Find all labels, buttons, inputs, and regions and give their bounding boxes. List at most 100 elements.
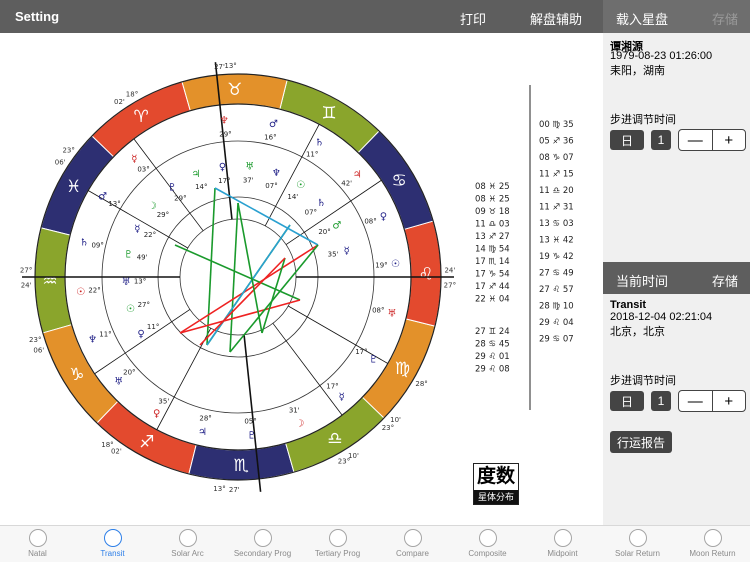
transit-planet-glyph: ☿ [131, 154, 137, 165]
natal-planet-glyph: ♅ [122, 277, 131, 288]
aspect-row-left: 08 ♓ 25 [475, 182, 510, 192]
tab-composite[interactable]: Composite [450, 526, 525, 563]
natal-planet-degree: 27° [138, 301, 150, 309]
tab-secondary-prog[interactable]: Secondary Prog [225, 526, 300, 563]
outer-degree-label: 13° [213, 485, 225, 493]
outer-degree-label: 23° [62, 146, 74, 154]
natal-planet-degree: 07° [305, 208, 317, 216]
outer-degree-label: 27' [229, 486, 240, 494]
outer-degree-label: 10' [390, 416, 401, 424]
aspect-line [229, 244, 319, 353]
tab-solar-arc[interactable]: Solar Arc [150, 526, 225, 563]
aspect-row-right: 29 ♋ 07 [539, 335, 574, 345]
transit-planet-glyph: ♀ [153, 408, 160, 419]
tab-label: Midpoint [547, 549, 578, 558]
outer-degree-label: 24' [444, 267, 455, 275]
outer-degree-label: 18° [126, 90, 138, 98]
interpret-button[interactable]: 解盘辅助 [530, 9, 582, 28]
save-button-top[interactable]: 存储 [712, 9, 738, 28]
house-cusp [272, 323, 343, 416]
transit-report-button[interactable]: 行运报告 [610, 431, 672, 453]
transit-minus-button[interactable]: — [679, 391, 712, 411]
tab-tertiary-prog[interactable]: Tertiary Prog [300, 526, 375, 563]
tab-icon [703, 529, 722, 547]
transit-step-unit-button[interactable]: 日 [610, 391, 644, 411]
sign-glyph: ♎ [327, 429, 342, 449]
natal-planet-glyph: ♇ [168, 182, 177, 193]
natal-planet-degree: 37' [243, 177, 254, 185]
tab-solar-return[interactable]: Solar Return [600, 526, 675, 563]
natal-planet-degree: 07° [265, 182, 277, 190]
natal-planet-degree: 13° [134, 277, 146, 285]
transit-planet-glyph: ☉ [391, 259, 400, 270]
outer-degree-label: 02' [114, 98, 125, 106]
natal-planet-glyph: ☉ [126, 304, 135, 315]
transit-stepper[interactable]: — + [678, 390, 746, 412]
tab-icon [553, 529, 572, 547]
natal-planet-degree: 14' [287, 193, 298, 201]
outer-degree-label: 27' [214, 63, 225, 71]
transit-planet-degree: 17° [326, 383, 338, 391]
tab-label: Natal [28, 549, 47, 558]
tab-label: Solar Return [615, 549, 660, 558]
natal-plus-button[interactable]: + [711, 130, 746, 150]
tab-icon [328, 529, 347, 547]
natal-minus-button[interactable]: — [679, 130, 712, 150]
outer-degree-label: 27° [20, 267, 32, 275]
sign-glyph: ♋ [392, 171, 407, 191]
aspect-row-left: 17 ♑ 54 [475, 270, 510, 280]
transit-plus-button[interactable]: + [711, 391, 746, 411]
natal-planet-degree: 22° [144, 231, 156, 239]
load-chart-button[interactable]: 载入星盘 [616, 9, 668, 28]
natal-step-value[interactable]: 1 [651, 130, 671, 150]
transit-planet-glyph: ♃ [198, 427, 207, 438]
aspect-row-right: 13 ♋ 03 [539, 219, 574, 229]
tab-compare[interactable]: Compare [375, 526, 450, 563]
transit-planet-degree: 13° [108, 200, 120, 208]
transit-planet-degree: 11° [306, 151, 318, 159]
current-save-button[interactable]: 存储 [712, 271, 738, 290]
aspect-line [214, 187, 319, 246]
tab-natal[interactable]: Natal [0, 526, 75, 563]
aspect-row-right: 29 ♌ 04 [539, 318, 574, 328]
aspect-row-left: 08 ♓ 25 [475, 195, 510, 205]
natal-planet-degree: 49' [137, 254, 148, 262]
outer-degree-label: 23° [382, 424, 394, 432]
tab-label: Secondary Prog [233, 549, 292, 558]
print-button[interactable]: 打印 [460, 9, 486, 28]
aspect-row-right: 05 ♐ 36 [539, 137, 574, 147]
natal-planet-degree: 17° [218, 177, 230, 185]
transit-step-value[interactable]: 1 [651, 391, 671, 411]
sign-glyph: ♑ [69, 365, 84, 385]
outer-degree-label: 02' [111, 448, 122, 456]
transit-planet-glyph: ♇ [369, 354, 378, 365]
natal-step-label: 步进调节时间 [610, 114, 676, 126]
natal-stepper[interactable]: — + [678, 129, 746, 151]
tab-moon-return[interactable]: Moon Return [675, 526, 750, 563]
setting-button[interactable]: Setting [15, 9, 59, 24]
natal-step-unit-button[interactable]: 日 [610, 130, 644, 150]
tab-icon [478, 529, 497, 547]
tab-transit[interactable]: Transit [75, 526, 150, 563]
natal-planet-degree: 14° [195, 183, 207, 191]
transit-planet-degree: 05° [244, 417, 256, 425]
transit-planet-glyph: ♄ [315, 138, 324, 149]
transit-planet-glyph: ♄ [80, 237, 89, 248]
aspect-line [229, 202, 239, 353]
aspect-table: 08 ♓ 25 08 ♓ 25 09 ♉ 18 11 ♎ 03 13 ♐ 27 14 ♍ … [475, 85, 574, 410]
aspect-row-right: 11 ♐ 31 [539, 203, 574, 213]
aspect-row-left: 29 ♌ 08 [475, 365, 510, 375]
tab-midpoint[interactable]: Midpoint [525, 526, 600, 563]
badge-degree-text: 度数 [476, 466, 515, 487]
transit-planet-degree: 42' [341, 180, 352, 188]
transit-planet-glyph: ☽ [295, 418, 304, 429]
aspect-row-left: 29 ♌ 01 [475, 352, 510, 362]
transit-planet-degree: 20° [123, 368, 135, 376]
aspect-row-right: 08 ♑ 07 [539, 153, 574, 163]
outer-degree-label: 23° [29, 336, 41, 344]
degree-distribution-badge[interactable]: 度数 星体分布 [473, 463, 519, 505]
outer-degree-label: 10' [348, 452, 359, 460]
transit-place: 北京，北京 [610, 326, 665, 338]
tab-icon [103, 529, 122, 547]
current-time-title: 当前时间 [616, 274, 669, 289]
